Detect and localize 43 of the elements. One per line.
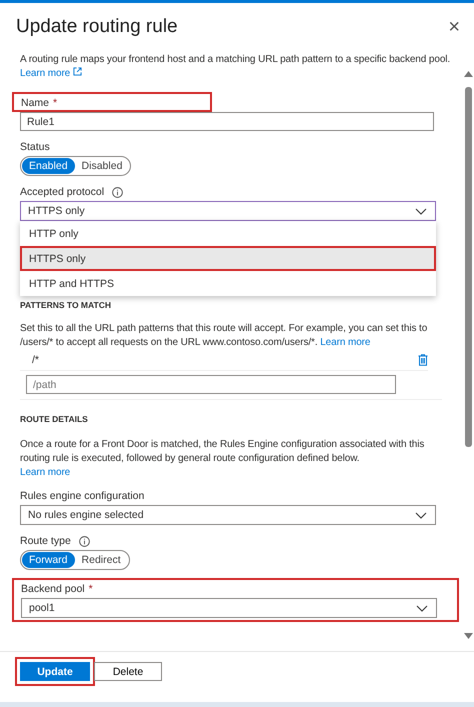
backend-pool-dropdown[interactable]: pool1 — [21, 598, 437, 618]
chevron-down-icon — [415, 208, 427, 214]
learn-more-link[interactable]: Learn more — [20, 467, 70, 478]
learn-more-link[interactable]: Learn more — [320, 337, 370, 348]
field-label: Accepted protocol — [20, 185, 104, 199]
section-heading: ROUTE DETAILS — [20, 414, 89, 424]
scroll-down-icon[interactable] — [464, 633, 472, 639]
close-button[interactable]: × — [448, 17, 460, 37]
delete-icon[interactable] — [418, 354, 428, 366]
status-toggle[interactable]: Enabled Disabled — [20, 156, 132, 176]
field-label: Backend pool — [21, 582, 85, 596]
learn-more-link[interactable]: Learn more — [20, 68, 82, 79]
rules-engine-dropdown[interactable]: No rules engine selected — [20, 505, 436, 525]
info-icon[interactable] — [112, 186, 124, 198]
delete-button[interactable]: Delete — [94, 662, 162, 681]
toggle-option[interactable]: Redirect — [74, 552, 128, 568]
patterns-text: Set this to all the URL path patterns that this route will accept. For example, you can set this to /users/* to accept all requests on the URL www.contoso.com/users/*. Learn more — [20, 322, 428, 350]
required-mark: * — [53, 96, 58, 110]
intro-text: A routing rule maps your frontend host and a matching URL path pattern to a specific backend pool. Learn more — [20, 53, 452, 81]
toggle-option[interactable]: Enabled — [22, 158, 75, 174]
panel-title: Update routing rule — [16, 16, 178, 38]
dropdown-option[interactable]: HTTPS only — [20, 246, 436, 271]
field-label: Rules engine configuration — [20, 489, 146, 503]
field-label: Status — [20, 140, 51, 154]
chevron-down-icon — [416, 604, 428, 612]
field-label: Route type — [20, 534, 71, 548]
external-link-icon — [72, 67, 82, 76]
route-details-text: Once a route for a Front Door is matched, the Rules Engine configuration associated with this routing rule is executed, followed by general route configuration defined below. Learn more — [20, 438, 426, 480]
toggle-option[interactable]: Forward — [22, 552, 75, 568]
info-icon[interactable] — [78, 536, 90, 546]
pattern-value: /* — [32, 354, 40, 366]
dropdown-option[interactable]: HTTP only — [20, 221, 436, 246]
required-mark: * — [88, 582, 93, 596]
chevron-down-icon — [415, 512, 427, 518]
section-heading: PATTERNS TO MATCH — [20, 300, 112, 310]
path-input[interactable]: /path — [26, 375, 396, 394]
scroll-up-icon[interactable] — [464, 71, 472, 77]
dropdown-option[interactable]: HTTP and HTTPS — [20, 271, 436, 296]
route-type-toggle[interactable]: Forward Redirect — [20, 550, 130, 570]
name-input[interactable]: Rule1 — [20, 112, 434, 131]
toggle-option[interactable]: Disabled — [74, 158, 130, 174]
protocol-dropdown[interactable]: HTTPS only — [20, 201, 436, 221]
field-label: Name — [21, 96, 50, 110]
